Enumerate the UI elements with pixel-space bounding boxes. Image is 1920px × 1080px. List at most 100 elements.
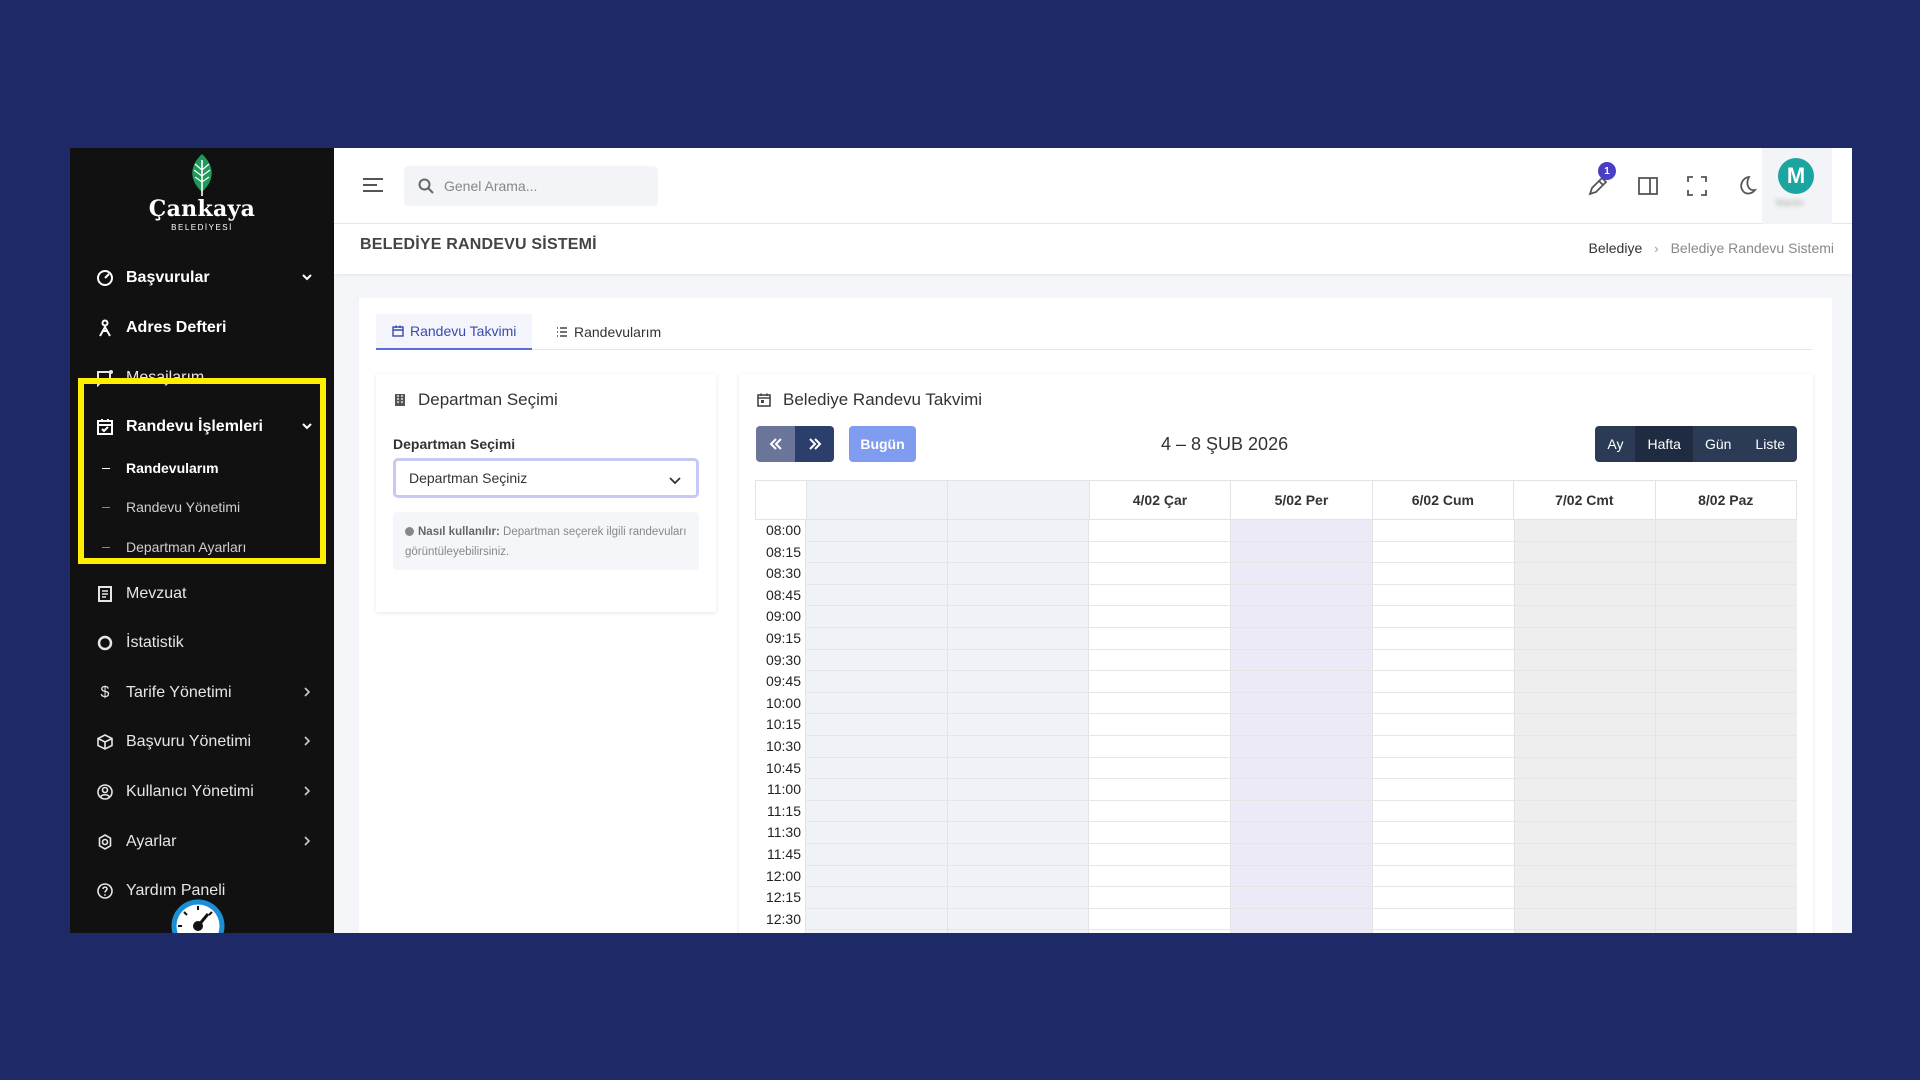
day-header[interactable] (805, 481, 948, 519)
chevron-right-icon (304, 786, 311, 796)
time-slot-row[interactable] (805, 693, 1797, 715)
time-slot-row[interactable] (805, 736, 1797, 758)
prev-button[interactable] (756, 426, 795, 462)
sidebar-item-label: Ayarlar (126, 833, 177, 850)
breadcrumb-current: Belediye Randevu Sistemi (1670, 240, 1834, 256)
time-label: 09:45 (765, 673, 801, 690)
calendar-icon (757, 393, 771, 407)
day-header[interactable]: 5/02 Per (1230, 481, 1372, 519)
time-slot-row[interactable] (805, 714, 1797, 736)
time-label: 10:00 (765, 694, 801, 711)
time-slot-row[interactable] (805, 844, 1797, 866)
time-label: 11:30 (767, 824, 801, 841)
time-label: 08:00 (765, 522, 801, 538)
speedometer-icon[interactable] (170, 898, 226, 933)
search-box[interactable] (404, 166, 658, 206)
next-button[interactable] (795, 426, 834, 462)
document-icon (96, 585, 114, 603)
sidebar-item-mevzuat[interactable]: Mevzuat (70, 574, 334, 614)
day-header[interactable]: 7/02 Cmt (1513, 481, 1655, 519)
sidebar-item-basvurular[interactable]: Başvurular (70, 258, 334, 298)
today-button[interactable]: Bugün (849, 426, 916, 462)
gear-icon (96, 833, 114, 851)
time-slot-row[interactable] (805, 866, 1797, 888)
user-circle-icon (96, 783, 114, 801)
view-switcher: Ay Hafta Gün Liste (1595, 426, 1797, 462)
sidebar-item-basvuru-yonetimi[interactable]: Başvuru Yönetimi (70, 722, 334, 762)
double-chevron-left-icon (769, 438, 782, 450)
info-icon (405, 527, 414, 536)
department-select[interactable]: Departman Seçiniz (393, 458, 699, 498)
view-month-button[interactable]: Ay (1595, 426, 1635, 462)
split-view-button[interactable] (1636, 174, 1660, 198)
view-day-button[interactable]: Gün (1693, 426, 1743, 462)
avatar-name: Martin (1776, 198, 1804, 209)
calendar-nav (756, 426, 834, 462)
day-header[interactable] (947, 481, 1089, 519)
sidebar-item-istatistik[interactable]: İstatistik (70, 623, 334, 663)
calendar-panel-title: Belediye Randevu Takvimi (757, 390, 982, 410)
day-header[interactable]: 8/02 Paz (1654, 481, 1796, 519)
time-slot-row[interactable] (805, 606, 1797, 628)
time-label: 09:30 (765, 651, 801, 668)
time-label: 10:45 (765, 759, 801, 776)
fullscreen-button[interactable] (1685, 174, 1709, 198)
time-slot-row[interactable] (805, 887, 1797, 909)
pen-button[interactable]: 1 (1586, 162, 1616, 198)
breadcrumb-root[interactable]: Belediye (1589, 240, 1643, 256)
hamburger-menu-icon[interactable] (362, 176, 384, 194)
sidebar-item-ayarlar[interactable]: Ayarlar (70, 822, 334, 862)
yellow-highlight-box (78, 378, 326, 564)
department-panel: Departman Seçimi Departman Seçimi Depart… (376, 374, 716, 612)
sidebar-item-tarife-yonetimi[interactable]: $ Tarife Yönetimi (70, 673, 334, 713)
double-chevron-right-icon (808, 438, 821, 450)
user-profile[interactable]: M Martin (1762, 148, 1832, 224)
help-icon (96, 882, 114, 900)
time-slot-row[interactable] (805, 822, 1797, 844)
time-slot-row[interactable] (805, 909, 1797, 931)
day-header[interactable]: 6/02 Cum (1371, 481, 1514, 519)
page-titlebar: BELEDİYE RANDEVU SİSTEMİ Belediye › Bele… (334, 224, 1852, 274)
time-slot-row[interactable] (805, 779, 1797, 801)
sidebar-item-label: Başvuru Yönetimi (126, 733, 252, 750)
sidebar-item-adres-defteri[interactable]: Adres Defteri (70, 308, 334, 348)
time-label: 08:45 (765, 586, 801, 603)
dark-mode-button[interactable] (1734, 174, 1758, 198)
time-label: 09:15 (765, 630, 801, 646)
sidebar-item-label: Adres Defteri (126, 319, 227, 336)
time-slot-row[interactable] (805, 801, 1797, 823)
dollar-icon: $ (100, 684, 110, 701)
sidebar-item-label: Tarife Yönetimi (126, 684, 232, 701)
search-input[interactable] (444, 178, 644, 194)
logo-subtitle: BELEDİYESİ (171, 223, 233, 232)
tab-label: Randevu Takvimi (410, 323, 517, 339)
day-header[interactable]: 4/02 Çar (1088, 481, 1231, 519)
time-slot-row[interactable] (805, 650, 1797, 672)
sidebar-item-label: Kullanıcı Yönetimi (126, 783, 254, 800)
sidebar-item-kullanici-yonetimi[interactable]: Kullanıcı Yönetimi (70, 772, 334, 812)
week-grid-header: 4/02 Çar 5/02 Per 6/02 Cum 7/02 Cmt 8/02 Paz (755, 480, 1797, 520)
tab-randevu-takvimi[interactable]: Randevu Takvimi (376, 314, 533, 350)
logo-name: Çankaya (148, 196, 256, 222)
chevron-right-icon (304, 836, 311, 846)
tab-label: Randevularım (574, 324, 662, 340)
tab-randevularim[interactable]: Randevularım (540, 314, 677, 350)
person-icon (96, 319, 114, 337)
time-slot-row[interactable] (805, 758, 1797, 780)
time-slot-row[interactable] (805, 563, 1797, 585)
time-label: 12:00 (765, 867, 801, 884)
time-slot-row[interactable] (805, 628, 1797, 650)
view-week-button[interactable]: Hafta (1635, 426, 1693, 462)
time-slot-row[interactable] (805, 542, 1797, 564)
main-card: Randevu Takvimi Randevularım Departman S… (359, 298, 1832, 933)
time-label: 10:30 (765, 738, 801, 754)
time-slot-row[interactable] (805, 520, 1797, 542)
breadcrumb: Belediye › Belediye Randevu Sistemi (1589, 240, 1834, 256)
time-slot-row[interactable] (805, 585, 1797, 607)
sidebar-item-label: Başvurular (126, 269, 210, 286)
usage-info-box: Nasıl kullanılır: Departman seçerek ilgi… (393, 512, 699, 570)
view-list-button[interactable]: Liste (1743, 426, 1797, 462)
time-slot-row[interactable] (805, 671, 1797, 693)
time-label: 11:00 (767, 781, 801, 798)
logo[interactable]: Çankaya BELEDİYESİ (70, 148, 334, 244)
